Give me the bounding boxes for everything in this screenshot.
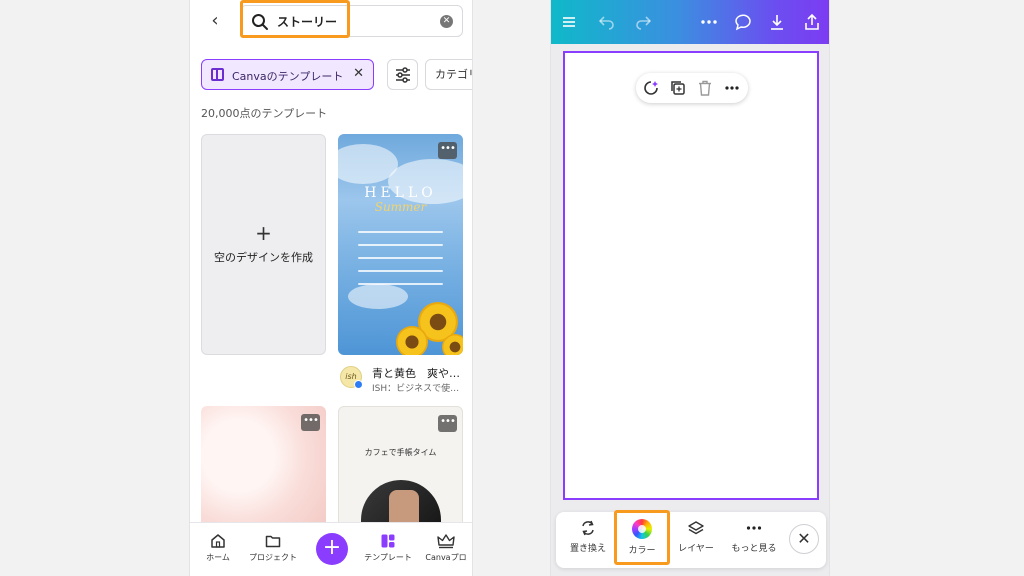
more-label: もっと見る bbox=[731, 544, 777, 554]
undo-icon[interactable] bbox=[597, 12, 617, 32]
nav-templates-label: テンプレート bbox=[364, 553, 412, 562]
filter-icon bbox=[396, 67, 410, 83]
color-label: カラー bbox=[628, 546, 656, 556]
nav-pro-label: Canvaプロ bbox=[425, 553, 467, 562]
design-canvas[interactable] bbox=[563, 51, 819, 500]
redo-icon[interactable] bbox=[633, 12, 653, 32]
layers-icon bbox=[688, 521, 704, 535]
more-icon[interactable]: ••• bbox=[301, 414, 320, 431]
menu-icon[interactable] bbox=[559, 12, 579, 32]
search-header: ‹ ストーリー ✕ bbox=[190, 0, 472, 44]
back-arrow-icon[interactable]: ‹ bbox=[204, 10, 226, 32]
nav-projects-label: プロジェクト bbox=[249, 553, 297, 562]
layer-label: レイヤー bbox=[678, 544, 714, 554]
nav-pro[interactable]: Canvaプロ bbox=[416, 533, 472, 563]
template-title[interactable]: 青と黄色 爽や… bbox=[372, 365, 460, 381]
download-icon[interactable] bbox=[767, 12, 787, 32]
editor-bottom-toolbar: 置き換え カラー レイヤー もっと見る ✕ bbox=[556, 512, 826, 568]
clear-icon[interactable]: ✕ bbox=[440, 15, 453, 28]
template-body-lines bbox=[358, 231, 443, 296]
color-wheel-icon bbox=[632, 519, 652, 539]
more-icon[interactable]: ••• bbox=[438, 142, 457, 159]
verified-badge-icon bbox=[354, 380, 363, 389]
more-icon[interactable] bbox=[723, 79, 741, 97]
template-search-screen: ‹ ストーリー ✕ Canvaのテンプレート ✕ カテゴリ 20,000点のテン… bbox=[189, 0, 473, 576]
magic-icon[interactable] bbox=[642, 79, 660, 97]
blank-design-label: 空のデザインを作成 bbox=[214, 251, 313, 264]
search-input[interactable]: ストーリー ✕ bbox=[240, 5, 463, 37]
layer-button[interactable]: レイヤー bbox=[668, 519, 724, 554]
home-icon bbox=[211, 534, 225, 548]
templates-icon bbox=[381, 534, 395, 548]
avatar-text: ish bbox=[345, 372, 357, 381]
nav-home[interactable]: ホーム bbox=[190, 533, 248, 563]
editor-screen: 置き換え カラー レイヤー もっと見る ✕ bbox=[550, 0, 830, 576]
template-icon bbox=[211, 68, 224, 81]
filter-button[interactable] bbox=[387, 59, 418, 90]
result-count: 20,000点のテンプレート bbox=[201, 107, 328, 120]
nav-home-label: ホーム bbox=[206, 553, 230, 562]
template-hello-text: HELLO bbox=[364, 185, 437, 201]
template-card-summer[interactable]: HELLO Summer ••• bbox=[338, 134, 463, 355]
more-icon[interactable]: ••• bbox=[438, 415, 457, 432]
color-button[interactable]: カラー bbox=[614, 519, 670, 556]
bottom-nav: ホーム プロジェクト + テンプレート Canvaプロ bbox=[190, 522, 472, 576]
element-toolbar bbox=[636, 73, 748, 103]
template-author[interactable]: ISH：ビジネスで使… bbox=[372, 381, 459, 394]
category-chip[interactable]: カテゴリ bbox=[425, 59, 472, 90]
template-card-cafe[interactable]: ••• カフェで手帳タイム bbox=[338, 406, 463, 531]
crown-icon bbox=[437, 534, 455, 549]
sunflower-image bbox=[442, 334, 463, 355]
chip-label: Canvaのテンプレート bbox=[232, 70, 344, 83]
replace-label: 置き換え bbox=[569, 544, 606, 554]
share-icon[interactable] bbox=[802, 12, 822, 32]
close-icon[interactable]: ✕ bbox=[353, 66, 364, 81]
template-card-pink[interactable]: ••• bbox=[201, 406, 326, 531]
nav-projects[interactable]: プロジェクト bbox=[243, 533, 303, 563]
trash-icon[interactable] bbox=[696, 79, 714, 97]
folder-icon bbox=[265, 535, 281, 548]
template-caption: カフェで手帳タイム bbox=[364, 448, 437, 457]
more-icon bbox=[746, 526, 762, 530]
comment-icon[interactable] bbox=[733, 12, 753, 32]
editor-topbar bbox=[551, 0, 829, 44]
filter-bar: Canvaのテンプレート ✕ カテゴリ bbox=[190, 59, 472, 91]
nav-templates[interactable]: テンプレート bbox=[358, 533, 418, 563]
add-icon: + bbox=[255, 221, 272, 245]
duplicate-icon[interactable] bbox=[669, 79, 687, 97]
search-icon bbox=[252, 14, 268, 30]
replace-button[interactable]: 置き換え bbox=[560, 519, 616, 554]
template-summer-text: Summer bbox=[374, 200, 427, 214]
create-button[interactable]: + bbox=[316, 533, 348, 565]
more-button[interactable]: もっと見る bbox=[726, 519, 782, 554]
search-query: ストーリー bbox=[277, 15, 338, 29]
close-button[interactable]: ✕ bbox=[789, 524, 819, 554]
more-icon[interactable] bbox=[699, 12, 719, 32]
replace-icon bbox=[582, 520, 594, 536]
sunflower-image bbox=[396, 326, 428, 355]
avatar: ish bbox=[340, 366, 363, 389]
canva-templates-chip[interactable]: Canvaのテンプレート ✕ bbox=[201, 59, 374, 90]
blank-design-card[interactable]: + 空のデザインを作成 bbox=[201, 134, 326, 355]
